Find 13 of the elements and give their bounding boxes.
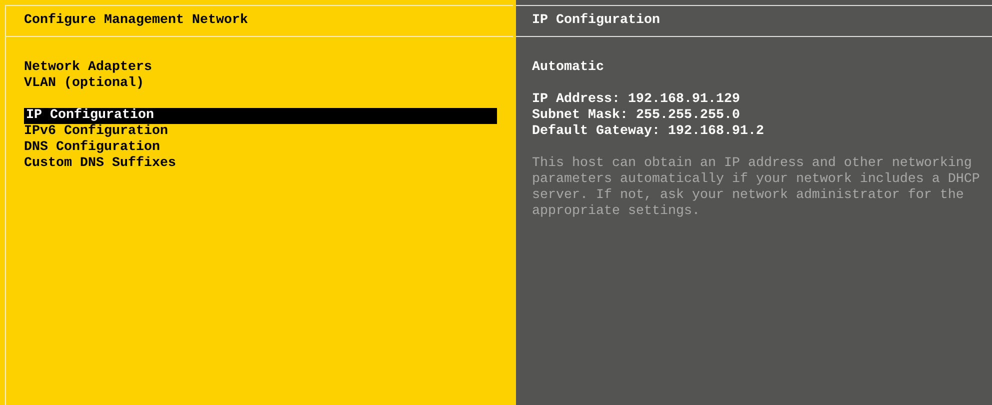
- menu-item[interactable]: Network Adapters: [24, 60, 497, 76]
- menu-item[interactable]: Custom DNS Suffixes: [24, 156, 497, 172]
- menu-item[interactable]: DNS Configuration: [24, 140, 497, 156]
- panel-title: IP Configuration: [532, 13, 660, 29]
- ip-setting: IP Address: 192.168.91.129: [532, 92, 741, 108]
- help-text: This host can obtain an IP address and other networking parameters automatically if your network includes a DHCP server. If not, ask your network administrator for the appropriate settings.: [532, 156, 981, 220]
- mode-label: Automatic: [532, 60, 605, 76]
- ip-setting: Subnet Mask: 255.255.255.0: [532, 108, 741, 124]
- menu-item[interactable]: IPv6 Configuration: [24, 124, 497, 140]
- menu-item[interactable]: IP Configuration: [24, 108, 497, 124]
- menu-item[interactable]: VLAN (optional): [24, 76, 497, 92]
- panel-title: Configure Management Network: [24, 13, 248, 29]
- ip-setting: Default Gateway: 192.168.91.2: [532, 124, 765, 140]
